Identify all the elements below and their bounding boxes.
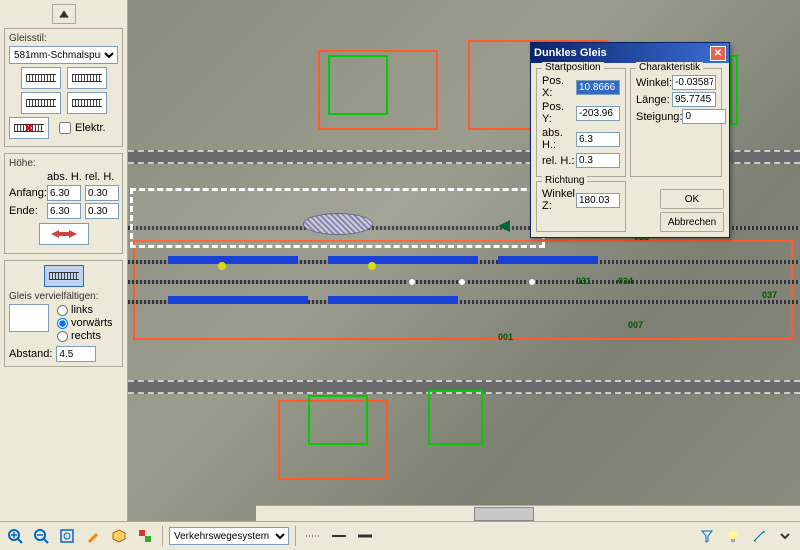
height-sync-button[interactable] bbox=[39, 223, 89, 245]
platform bbox=[168, 256, 298, 264]
green-outline bbox=[328, 55, 388, 115]
sidebar: Gleisstil: 581mm-Schmalspur-GB Elektr. H… bbox=[0, 0, 128, 521]
close-icon[interactable]: ✕ bbox=[710, 46, 726, 61]
dark-track-dialog: Dunkles Gleis ✕ Startposition Pos. X: Po… bbox=[530, 42, 730, 238]
anfang-rel-input[interactable] bbox=[85, 185, 119, 201]
radio-links[interactable] bbox=[57, 305, 68, 316]
signal-dot[interactable] bbox=[528, 278, 536, 286]
anfang-abs-input[interactable] bbox=[47, 185, 81, 201]
abstand-input[interactable] bbox=[56, 346, 96, 362]
chevron-down-icon[interactable] bbox=[774, 525, 796, 547]
signal-dot[interactable] bbox=[458, 278, 466, 286]
relh-input[interactable] bbox=[576, 153, 620, 168]
startpos-fieldset: Startposition Pos. X: Pos. Y: abs. H.: r… bbox=[536, 68, 626, 177]
ellipse-object[interactable] bbox=[303, 213, 373, 235]
posx-input[interactable] bbox=[576, 80, 620, 95]
line-style-thick-icon[interactable] bbox=[354, 525, 376, 547]
track-style-panel: Gleisstil: 581mm-Schmalspur-GB Elektr. bbox=[4, 28, 123, 147]
tool-brush-icon[interactable] bbox=[82, 525, 104, 547]
elektr-checkbox[interactable] bbox=[59, 122, 71, 134]
multiply-panel: Gleis vervielfältigen: links vorwärts re… bbox=[4, 260, 123, 367]
dialog-title: Dunkles Gleis bbox=[534, 47, 607, 59]
filter-icon[interactable] bbox=[696, 525, 718, 547]
steigung-input[interactable] bbox=[682, 109, 726, 124]
signal-dot[interactable] bbox=[218, 262, 226, 270]
collapse-up-button[interactable] bbox=[52, 4, 76, 24]
track-delete-button[interactable] bbox=[9, 117, 49, 139]
multiply-label: Gleis vervielfältigen: bbox=[9, 291, 118, 302]
signal-label: 031 bbox=[576, 276, 591, 286]
richtung-fieldset: Richtung Winkel Z: bbox=[536, 181, 626, 232]
signal-label: 034 bbox=[618, 276, 633, 286]
system-select[interactable]: Verkehrswegesystem bbox=[169, 527, 289, 545]
h-scrollbar[interactable] bbox=[256, 505, 800, 521]
track-type-3-button[interactable] bbox=[21, 92, 61, 114]
zoom-out-icon[interactable] bbox=[30, 525, 52, 547]
platform bbox=[328, 256, 478, 264]
ende-rel-input[interactable] bbox=[85, 203, 119, 219]
track-type-1-button[interactable] bbox=[21, 67, 61, 89]
tool-measure-icon[interactable] bbox=[748, 525, 770, 547]
height-panel: Höhe: abs. H.rel. H. Anfang: Ende: bbox=[4, 153, 123, 254]
signal-label: 007 bbox=[628, 320, 643, 330]
signal-label: 037 bbox=[762, 290, 777, 300]
signal-dot[interactable] bbox=[368, 262, 376, 270]
ok-button[interactable]: OK bbox=[660, 189, 724, 209]
cancel-button[interactable]: Abbrechen bbox=[660, 212, 724, 232]
scrollbar-thumb[interactable] bbox=[474, 507, 534, 521]
tool-color-icon[interactable] bbox=[134, 525, 156, 547]
winkel-input[interactable] bbox=[672, 75, 716, 90]
direction-arrow-icon bbox=[498, 220, 510, 232]
signal-label: 001 bbox=[498, 332, 513, 342]
height-label: Höhe: bbox=[9, 158, 118, 169]
track-style-label: Gleisstil: bbox=[9, 33, 118, 44]
platform bbox=[168, 296, 308, 304]
building-outline bbox=[133, 240, 793, 340]
platform bbox=[498, 256, 598, 264]
ende-abs-input[interactable] bbox=[47, 203, 81, 219]
bottom-toolbar: Verkehrswegesystem bbox=[0, 521, 800, 550]
absh-input[interactable] bbox=[576, 132, 620, 147]
green-outline bbox=[428, 390, 483, 445]
lightbulb-icon[interactable] bbox=[722, 525, 744, 547]
line-style-solid-icon[interactable] bbox=[328, 525, 350, 547]
tool-cube-icon[interactable] bbox=[108, 525, 130, 547]
multiply-button[interactable] bbox=[9, 304, 49, 332]
track-style-select[interactable]: 581mm-Schmalspur-GB bbox=[9, 46, 118, 64]
radio-vorwarts[interactable] bbox=[57, 318, 68, 329]
zoom-in-icon[interactable] bbox=[4, 525, 26, 547]
lange-input[interactable] bbox=[672, 92, 716, 107]
zoom-fit-icon[interactable] bbox=[56, 525, 78, 547]
multiply-preview-button[interactable] bbox=[44, 265, 84, 287]
line-style-dotted-icon[interactable] bbox=[302, 525, 324, 547]
elektr-checkbox-label[interactable]: Elektr. bbox=[59, 117, 106, 139]
posy-input[interactable] bbox=[576, 106, 620, 121]
track-type-4-button[interactable] bbox=[67, 92, 107, 114]
radio-rechts[interactable] bbox=[57, 331, 68, 342]
char-fieldset: Charakteristik Winkel: Länge: Steigung: bbox=[630, 68, 722, 177]
track-type-2-button[interactable] bbox=[67, 67, 107, 89]
signal-dot[interactable] bbox=[408, 278, 416, 286]
platform bbox=[328, 296, 458, 304]
winkelz-input[interactable] bbox=[576, 193, 620, 208]
dialog-titlebar[interactable]: Dunkles Gleis ✕ bbox=[531, 43, 729, 63]
green-outline bbox=[308, 395, 368, 445]
